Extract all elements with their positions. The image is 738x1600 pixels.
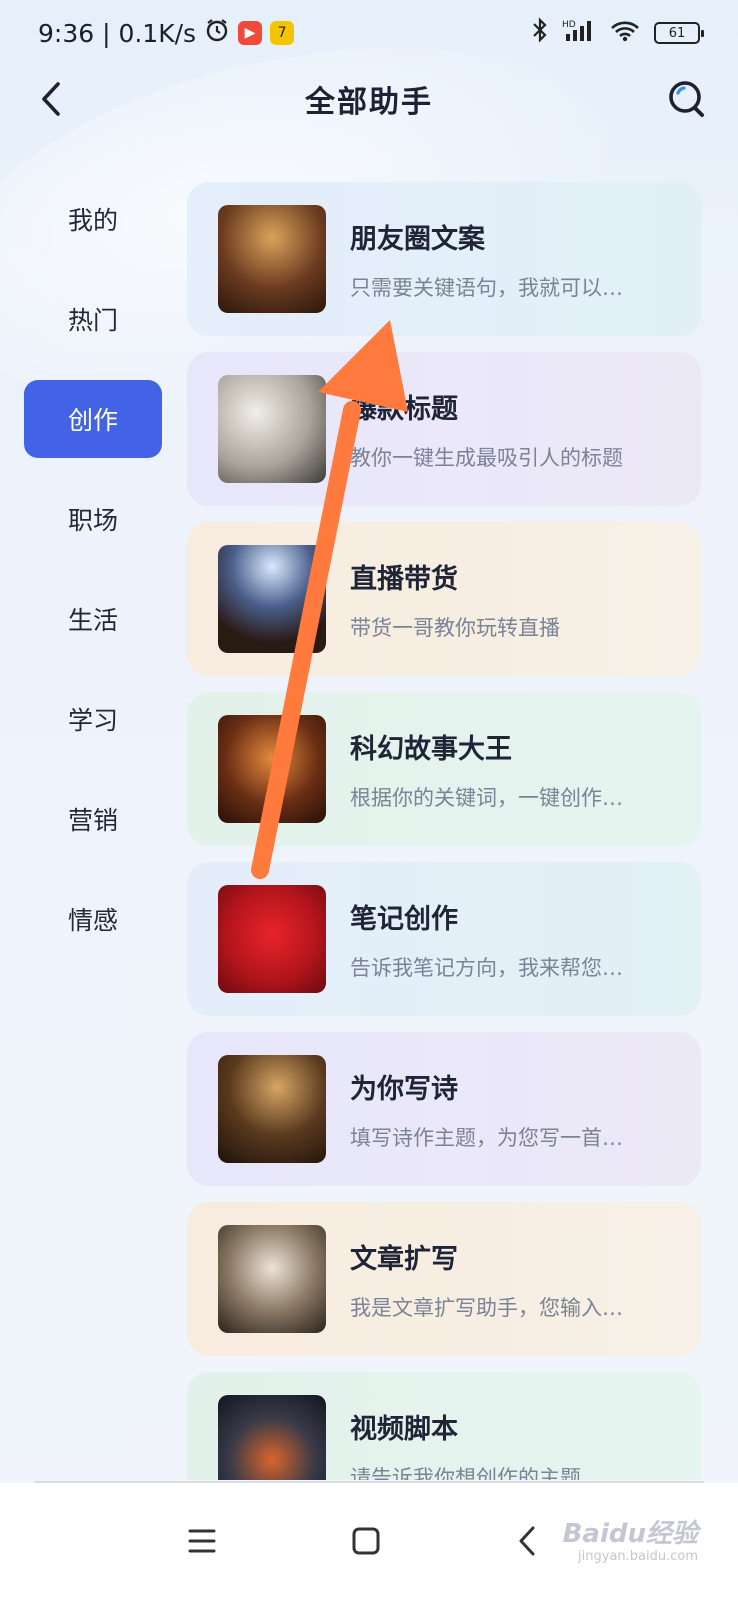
card-description: 填写诗作主题，为您写一首… [350, 1125, 623, 1150]
system-navigation-bar: Baidu经验 jingyan.baidu.com [0, 1483, 738, 1600]
card-title: 科幻故事大王 [350, 733, 512, 765]
assistant-card[interactable]: 笔记创作 告诉我笔记方向，我来帮您… [187, 862, 701, 1016]
assistant-card[interactable]: 朋友圈文案 只需要关键语句，我就可以… [187, 182, 701, 336]
sidebar-item-mine[interactable]: 我的 [24, 180, 162, 258]
assistant-card[interactable]: 爆款标题 教你一键生成最吸引人的标题 [187, 352, 701, 506]
page-title: 全部助手 [305, 85, 433, 120]
sidebar-item-workplace[interactable]: 职场 [24, 480, 162, 558]
assistant-thumbnail [218, 885, 326, 993]
battery-icon: 61 [654, 22, 704, 44]
assistant-thumbnail [218, 1395, 326, 1480]
svg-text:HD: HD [562, 20, 576, 30]
watermark: Baidu经验 [562, 1519, 698, 1549]
app-notification-icon: 7 [270, 21, 295, 45]
card-title: 笔记创作 [350, 903, 458, 935]
menu-button[interactable] [182, 1521, 222, 1561]
card-description: 带货一哥教你玩转直播 [350, 615, 560, 640]
alarm-icon [204, 17, 230, 49]
sidebar-item-creation[interactable]: 创作 [24, 380, 162, 458]
card-title: 为你写诗 [350, 1073, 458, 1105]
card-description: 教你一键生成最吸引人的标题 [350, 445, 623, 470]
sidebar-item-emotion[interactable]: 情感 [24, 880, 162, 958]
card-title: 文章扩写 [350, 1243, 458, 1275]
sidebar-item-life[interactable]: 生活 [24, 580, 162, 658]
assistant-list: 朋友圈文案 只需要关键语句，我就可以… 爆款标题 教你一键生成最吸引人的标题 直… [187, 182, 701, 1480]
card-description: 告诉我笔记方向，我来帮您… [350, 955, 623, 980]
card-title: 爆款标题 [350, 393, 458, 425]
watermark-url: jingyan.baidu.com [578, 1549, 698, 1564]
back-icon [519, 1526, 535, 1556]
assistant-thumbnail [218, 545, 326, 653]
assistant-card[interactable]: 视频脚本 请告诉我你想创作的主题 [187, 1372, 701, 1480]
assistant-thumbnail [218, 205, 326, 313]
card-title: 视频脚本 [350, 1413, 458, 1445]
bluetooth-icon [532, 17, 548, 49]
status-bar: 9:36 | 0.1K/s ▶ 7 HD 61 [0, 0, 738, 66]
menu-icon [188, 1529, 216, 1553]
search-icon [669, 81, 704, 117]
assistant-thumbnail [218, 715, 326, 823]
assistant-card[interactable]: 文章扩写 我是文章扩写助手，您输入… [187, 1202, 701, 1356]
assistant-card[interactable]: 为你写诗 填写诗作主题，为您写一首… [187, 1032, 701, 1186]
signal-icon: HD [562, 18, 596, 48]
card-description: 只需要关键语句，我就可以… [350, 275, 623, 300]
assistant-card[interactable]: 直播带货 带货一哥教你玩转直播 [187, 522, 701, 676]
sidebar-item-marketing[interactable]: 营销 [24, 780, 162, 858]
assistant-card[interactable]: 科幻故事大王 根据你的关键词，一键创作… [187, 692, 701, 846]
app-notification-icon: ▶ [238, 21, 263, 45]
back-button[interactable] [32, 78, 74, 120]
category-sidebar: 我的 热门 创作 职场 生活 学习 营销 情感 [24, 180, 162, 980]
status-time: 9:36 | 0.1K/s [38, 18, 197, 48]
wifi-icon [610, 19, 640, 48]
chevron-left-icon [42, 82, 60, 116]
card-description: 我是文章扩写助手，您输入… [350, 1295, 623, 1320]
card-description: 请告诉我你想创作的主题 [350, 1465, 581, 1481]
sidebar-item-hot[interactable]: 热门 [24, 280, 162, 358]
assistant-thumbnail [218, 1225, 326, 1333]
nav-back-button[interactable] [508, 1521, 548, 1561]
card-title: 直播带货 [350, 563, 458, 595]
sidebar-item-study[interactable]: 学习 [24, 680, 162, 758]
assistant-thumbnail [218, 1055, 326, 1163]
home-icon [352, 1527, 380, 1555]
search-button[interactable] [666, 78, 708, 120]
assistant-thumbnail [218, 375, 326, 483]
card-title: 朋友圈文案 [350, 223, 485, 255]
home-button[interactable] [346, 1521, 386, 1561]
card-description: 根据你的关键词，一键创作… [350, 785, 623, 810]
header: 全部助手 [0, 66, 738, 132]
